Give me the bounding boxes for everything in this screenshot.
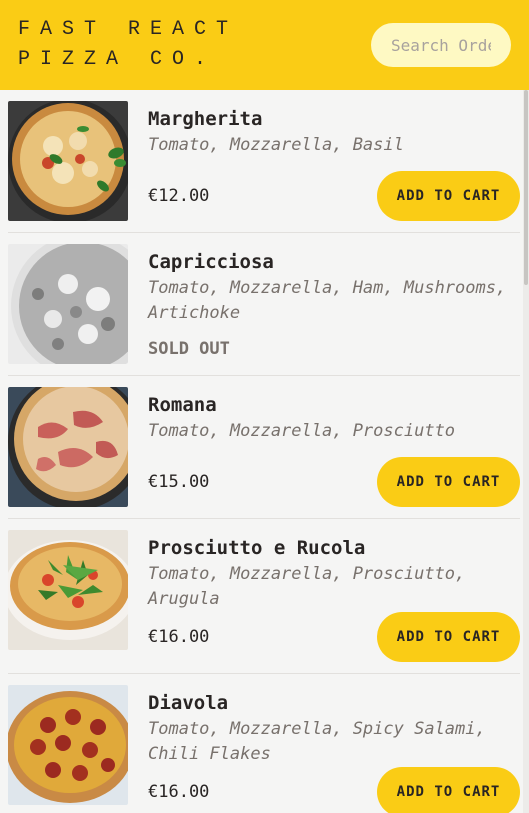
scrollbar-thumb[interactable] — [524, 90, 528, 285]
menu-item-footer: €16.00 Add to cart — [148, 612, 520, 662]
pizza-price: €16.00 — [148, 627, 210, 647]
pizza-ingredients: Tomato, Mozzarella, Prosciutto — [148, 421, 456, 441]
pizza-ingredients: Tomato, Mozzarella, Basil — [148, 135, 404, 155]
add-to-cart-button[interactable]: Add to cart — [377, 171, 520, 221]
pizza-ingredients: Tomato, Mozzarella, Prosciutto, Arugula — [148, 564, 466, 609]
menu-item-footer: €16.00 Add to cart — [148, 767, 520, 813]
add-to-cart-button[interactable]: Add to cart — [377, 767, 520, 813]
pizza-name: Prosciutto e Rucola — [148, 537, 366, 559]
page-scrollbar[interactable] — [523, 90, 529, 813]
add-to-cart-button[interactable]: Add to cart — [377, 612, 520, 662]
pizza-name: Margherita — [148, 108, 263, 130]
menu-item: Romana Tomato, Mozzarella, Prosciutto €1… — [8, 376, 520, 519]
romana-pizza-image — [8, 387, 128, 507]
pizza-ingredients: Tomato, Mozzarella, Spicy Salami, Chili … — [148, 719, 486, 764]
menu-item-footer: €12.00 Add to cart — [148, 171, 520, 221]
pizza-price: €16.00 — [148, 782, 210, 802]
menu-item: Margherita Tomato, Mozzarella, Basil €12… — [8, 90, 520, 233]
menu-list: Margherita Tomato, Mozzarella, Basil €12… — [0, 90, 529, 813]
pizza-price: €15.00 — [148, 472, 210, 492]
menu-item-info: Romana Tomato, Mozzarella, Prosciutto €1… — [148, 387, 520, 507]
pizza-name: Romana — [148, 394, 217, 416]
pizza-name: Diavola — [148, 692, 229, 714]
add-to-cart-button[interactable]: Add to cart — [377, 457, 520, 507]
menu-item: Capricciosa Tomato, Mozzarella, Ham, Mus… — [8, 233, 520, 376]
diavola-pizza-image — [8, 685, 128, 805]
search-order-input[interactable] — [371, 23, 511, 67]
menu-item-info: Margherita Tomato, Mozzarella, Basil €12… — [148, 101, 520, 221]
sold-out-label: Sold out — [148, 339, 230, 359]
pizza-name: Capricciosa — [148, 251, 274, 273]
capricciosa-pizza-image — [8, 244, 128, 364]
menu-item-info: Diavola Tomato, Mozzarella, Spicy Salami… — [148, 685, 520, 813]
menu-item-info: Prosciutto e Rucola Tomato, Mozzarella, … — [148, 530, 520, 662]
margherita-pizza-image — [8, 101, 128, 221]
menu-item: Diavola Tomato, Mozzarella, Spicy Salami… — [8, 674, 520, 813]
menu-item-info: Capricciosa Tomato, Mozzarella, Ham, Mus… — [148, 244, 520, 364]
brand-logo-link[interactable]: Fast React Pizza Co. — [18, 15, 328, 75]
menu-item: Prosciutto e Rucola Tomato, Mozzarella, … — [8, 519, 520, 674]
menu-item-footer: Sold out — [148, 334, 520, 364]
menu-list-container: Margherita Tomato, Mozzarella, Basil €12… — [0, 90, 529, 813]
pizza-ingredients: Tomato, Mozzarella, Ham, Mushrooms, Arti… — [148, 278, 507, 323]
prosciutto-rucola-pizza-image — [8, 530, 128, 650]
menu-item-footer: €15.00 Add to cart — [148, 457, 520, 507]
app-header: Fast React Pizza Co. — [0, 0, 529, 90]
pizza-price: €12.00 — [148, 186, 210, 206]
